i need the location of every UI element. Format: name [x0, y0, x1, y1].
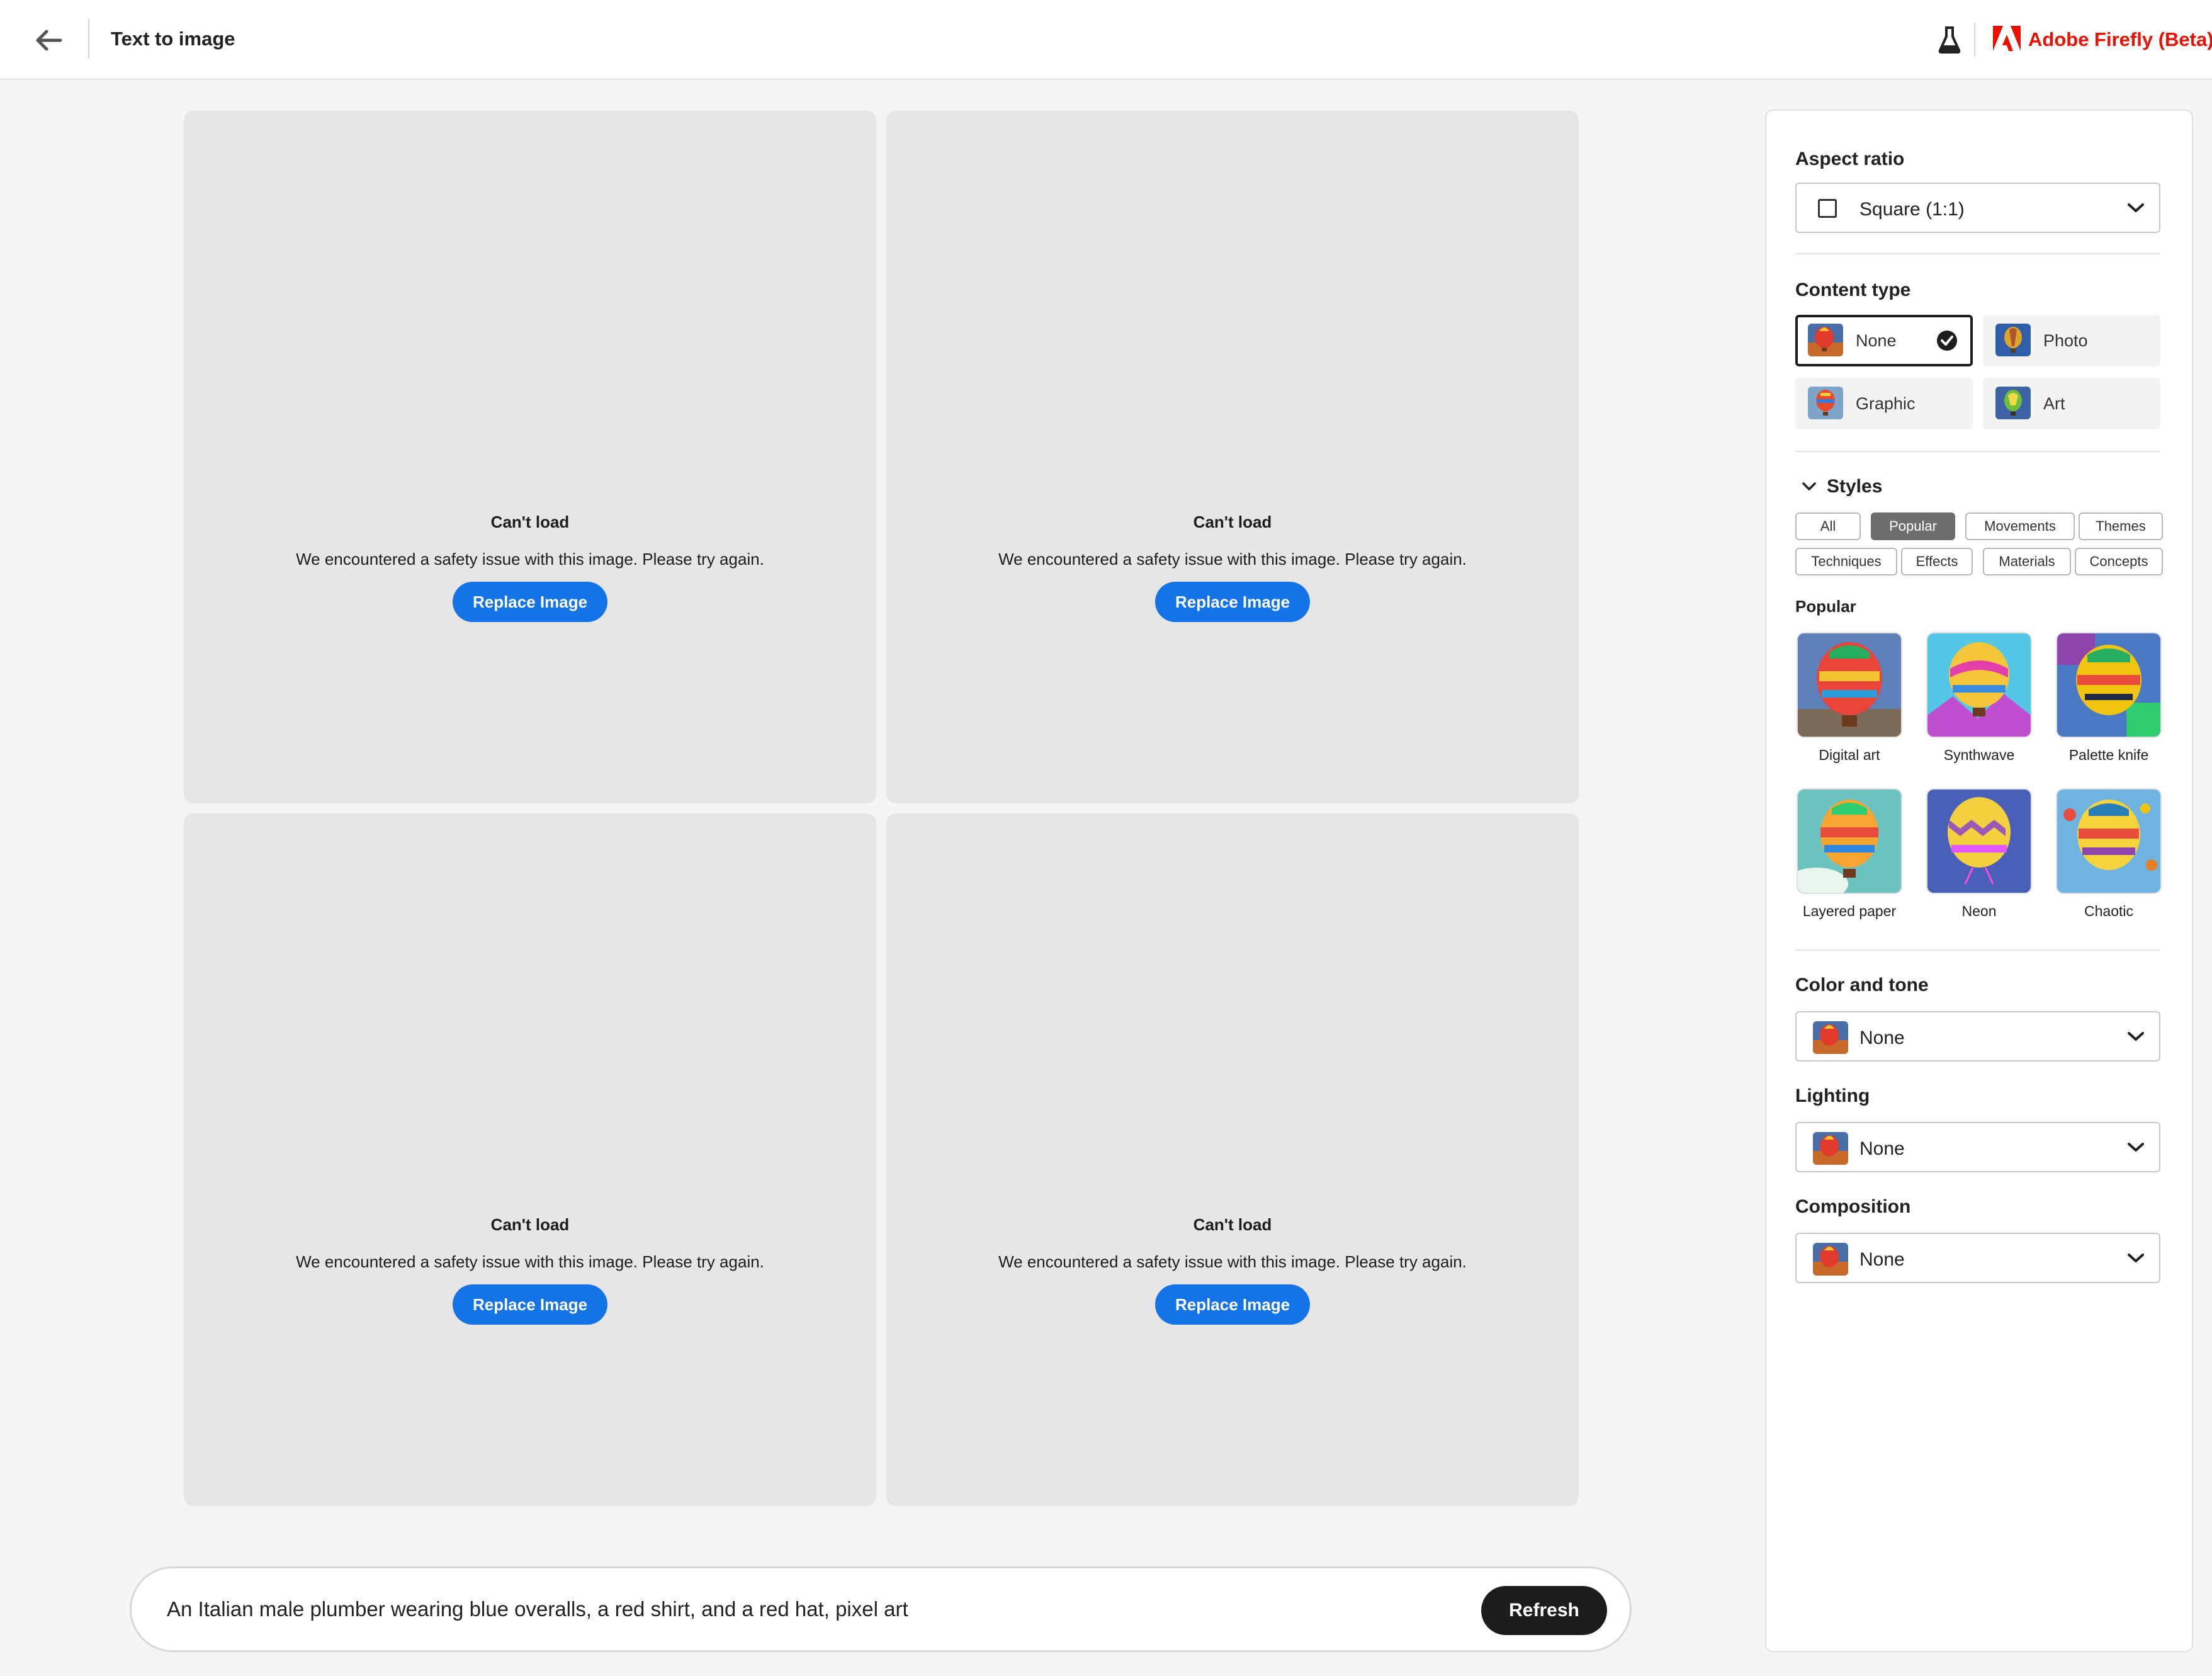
style-label: Synthwave: [1943, 747, 2015, 763]
image-tile-3: Can't load We encountered a safety issue…: [184, 813, 876, 1506]
content-type-none[interactable]: None: [1795, 315, 1973, 366]
style-layered-paper[interactable]: Layered paper: [1798, 790, 1901, 920]
error-message: We encountered a safety issue with this …: [296, 550, 764, 569]
prompt-input[interactable]: An Italian male plumber wearing blue ove…: [130, 1566, 1632, 1652]
divider: [1795, 451, 2160, 452]
chip-movements[interactable]: Movements: [1965, 512, 2075, 540]
settings-panel: Aspect ratio Square (1:1) Content type N…: [1765, 110, 2193, 1652]
image-tile-1: Can't load We encountered a safety issue…: [184, 111, 876, 803]
style-thumbnail: [2057, 790, 2160, 893]
balloon-thumbnail: [1808, 387, 1843, 419]
content-type-graphic[interactable]: Graphic: [1795, 378, 1973, 429]
content-type-art-label: Art: [2043, 394, 2065, 413]
refresh-button[interactable]: Refresh: [1481, 1586, 1607, 1635]
content-type-none-label: None: [1856, 331, 1897, 350]
error-message: We encountered a safety issue with this …: [998, 1252, 1467, 1271]
beta-flask-icon[interactable]: [1936, 25, 1963, 54]
style-label: Layered paper: [1802, 903, 1897, 919]
color-tone-select[interactable]: None: [1795, 1011, 2160, 1062]
content-type-photo[interactable]: Photo: [1983, 315, 2160, 366]
adobe-logo-icon: [1993, 25, 2021, 54]
brand[interactable]: Adobe Firefly (Beta): [1993, 25, 2212, 54]
divider: [1795, 253, 2160, 254]
error-message: We encountered a safety issue with this …: [998, 550, 1467, 569]
color-tone-value: None: [1859, 1028, 1905, 1048]
content-type-graphic-label: Graphic: [1856, 394, 1916, 413]
lighting-select[interactable]: None: [1795, 1122, 2160, 1172]
style-label: Chaotic: [2084, 903, 2133, 919]
styles-label: Styles: [1827, 476, 1883, 497]
image-tile-4: Can't load We encountered a safety issue…: [886, 813, 1579, 1506]
style-palette-knife[interactable]: Palette knife: [2057, 633, 2160, 764]
top-bar: Text to image Adobe Firefly (Beta): [0, 0, 2212, 80]
styles-toggle[interactable]: Styles: [1802, 476, 1882, 497]
header-divider: [88, 19, 89, 58]
error-title: Can't load: [490, 512, 570, 531]
aspect-ratio-select[interactable]: Square (1:1): [1795, 183, 2160, 233]
content-type-art[interactable]: Art: [1983, 378, 2160, 429]
page-title: Text to image: [111, 28, 235, 50]
style-neon[interactable]: Neon: [1927, 790, 2031, 920]
error-title: Can't load: [1193, 512, 1272, 531]
divider: [1795, 949, 2160, 951]
image-tile-2: Can't load We encountered a safety issue…: [886, 111, 1579, 803]
error-title: Can't load: [1193, 1215, 1272, 1234]
chip-effects[interactable]: Effects: [1901, 548, 1973, 575]
chip-all[interactable]: All: [1795, 512, 1861, 540]
chip-concepts[interactable]: Concepts: [2075, 548, 2163, 575]
popular-section-label: Popular: [1795, 597, 1856, 616]
style-thumbnail: [1798, 633, 1901, 737]
chip-materials[interactable]: Materials: [1983, 548, 2071, 575]
chevron-down-icon: [1802, 482, 1816, 490]
style-thumbnail: [1927, 633, 2031, 737]
content-type-photo-label: Photo: [2043, 331, 2088, 350]
error-title: Can't load: [490, 1215, 570, 1234]
aspect-ratio-label: Aspect ratio: [1795, 149, 1905, 169]
chip-themes[interactable]: Themes: [2079, 512, 2163, 540]
chip-techniques[interactable]: Techniques: [1795, 548, 1897, 575]
balloon-thumbnail: [1995, 387, 2031, 419]
aspect-ratio-value: Square (1:1): [1859, 199, 1965, 220]
chip-popular[interactable]: Popular: [1871, 512, 1955, 540]
balloon-thumbnail: [1813, 1243, 1848, 1276]
content-type-label: Content type: [1795, 280, 1911, 300]
chevron-down-icon: [2128, 203, 2144, 212]
style-label: Palette knife: [2068, 747, 2149, 763]
chevron-down-icon: [2128, 1254, 2144, 1262]
replace-image-button[interactable]: Replace Image: [1154, 1284, 1311, 1325]
balloon-thumbnail: [1995, 324, 2031, 356]
composition-select[interactable]: None: [1795, 1233, 2160, 1283]
color-tone-label: Color and tone: [1795, 975, 1929, 995]
balloon-thumbnail: [1813, 1132, 1848, 1165]
error-message: We encountered a safety issue with this …: [296, 1252, 764, 1271]
style-thumbnail: [1798, 790, 1901, 893]
lighting-label: Lighting: [1795, 1085, 1870, 1106]
style-digital-art[interactable]: Digital art: [1798, 633, 1901, 764]
composition-label: Composition: [1795, 1196, 1911, 1217]
balloon-thumbnail: [1813, 1021, 1848, 1054]
replace-image-button[interactable]: Replace Image: [452, 582, 608, 622]
replace-image-button[interactable]: Replace Image: [452, 1284, 608, 1325]
style-label: Digital art: [1819, 747, 1880, 763]
back-arrow-icon[interactable]: [31, 25, 64, 55]
replace-image-button[interactable]: Replace Image: [1154, 582, 1311, 622]
balloon-thumbnail: [1808, 324, 1843, 356]
style-chaotic[interactable]: Chaotic: [2057, 790, 2160, 920]
square-ratio-icon: [1818, 199, 1837, 218]
header-divider-right: [1974, 23, 1975, 57]
style-label: Neon: [1961, 903, 1997, 919]
checkmark-circle-icon: [1937, 331, 1957, 351]
brand-name: Adobe Firefly (Beta): [2028, 28, 2212, 50]
composition-value: None: [1859, 1249, 1905, 1270]
style-synthwave[interactable]: Synthwave: [1927, 633, 2031, 764]
style-thumbnail: [2057, 633, 2160, 737]
prompt-text[interactable]: An Italian male plumber wearing blue ove…: [167, 1597, 908, 1621]
lighting-value: None: [1859, 1138, 1905, 1159]
style-thumbnail: [1927, 790, 2031, 893]
chevron-down-icon: [2128, 1032, 2144, 1041]
chevron-down-icon: [2128, 1143, 2144, 1152]
